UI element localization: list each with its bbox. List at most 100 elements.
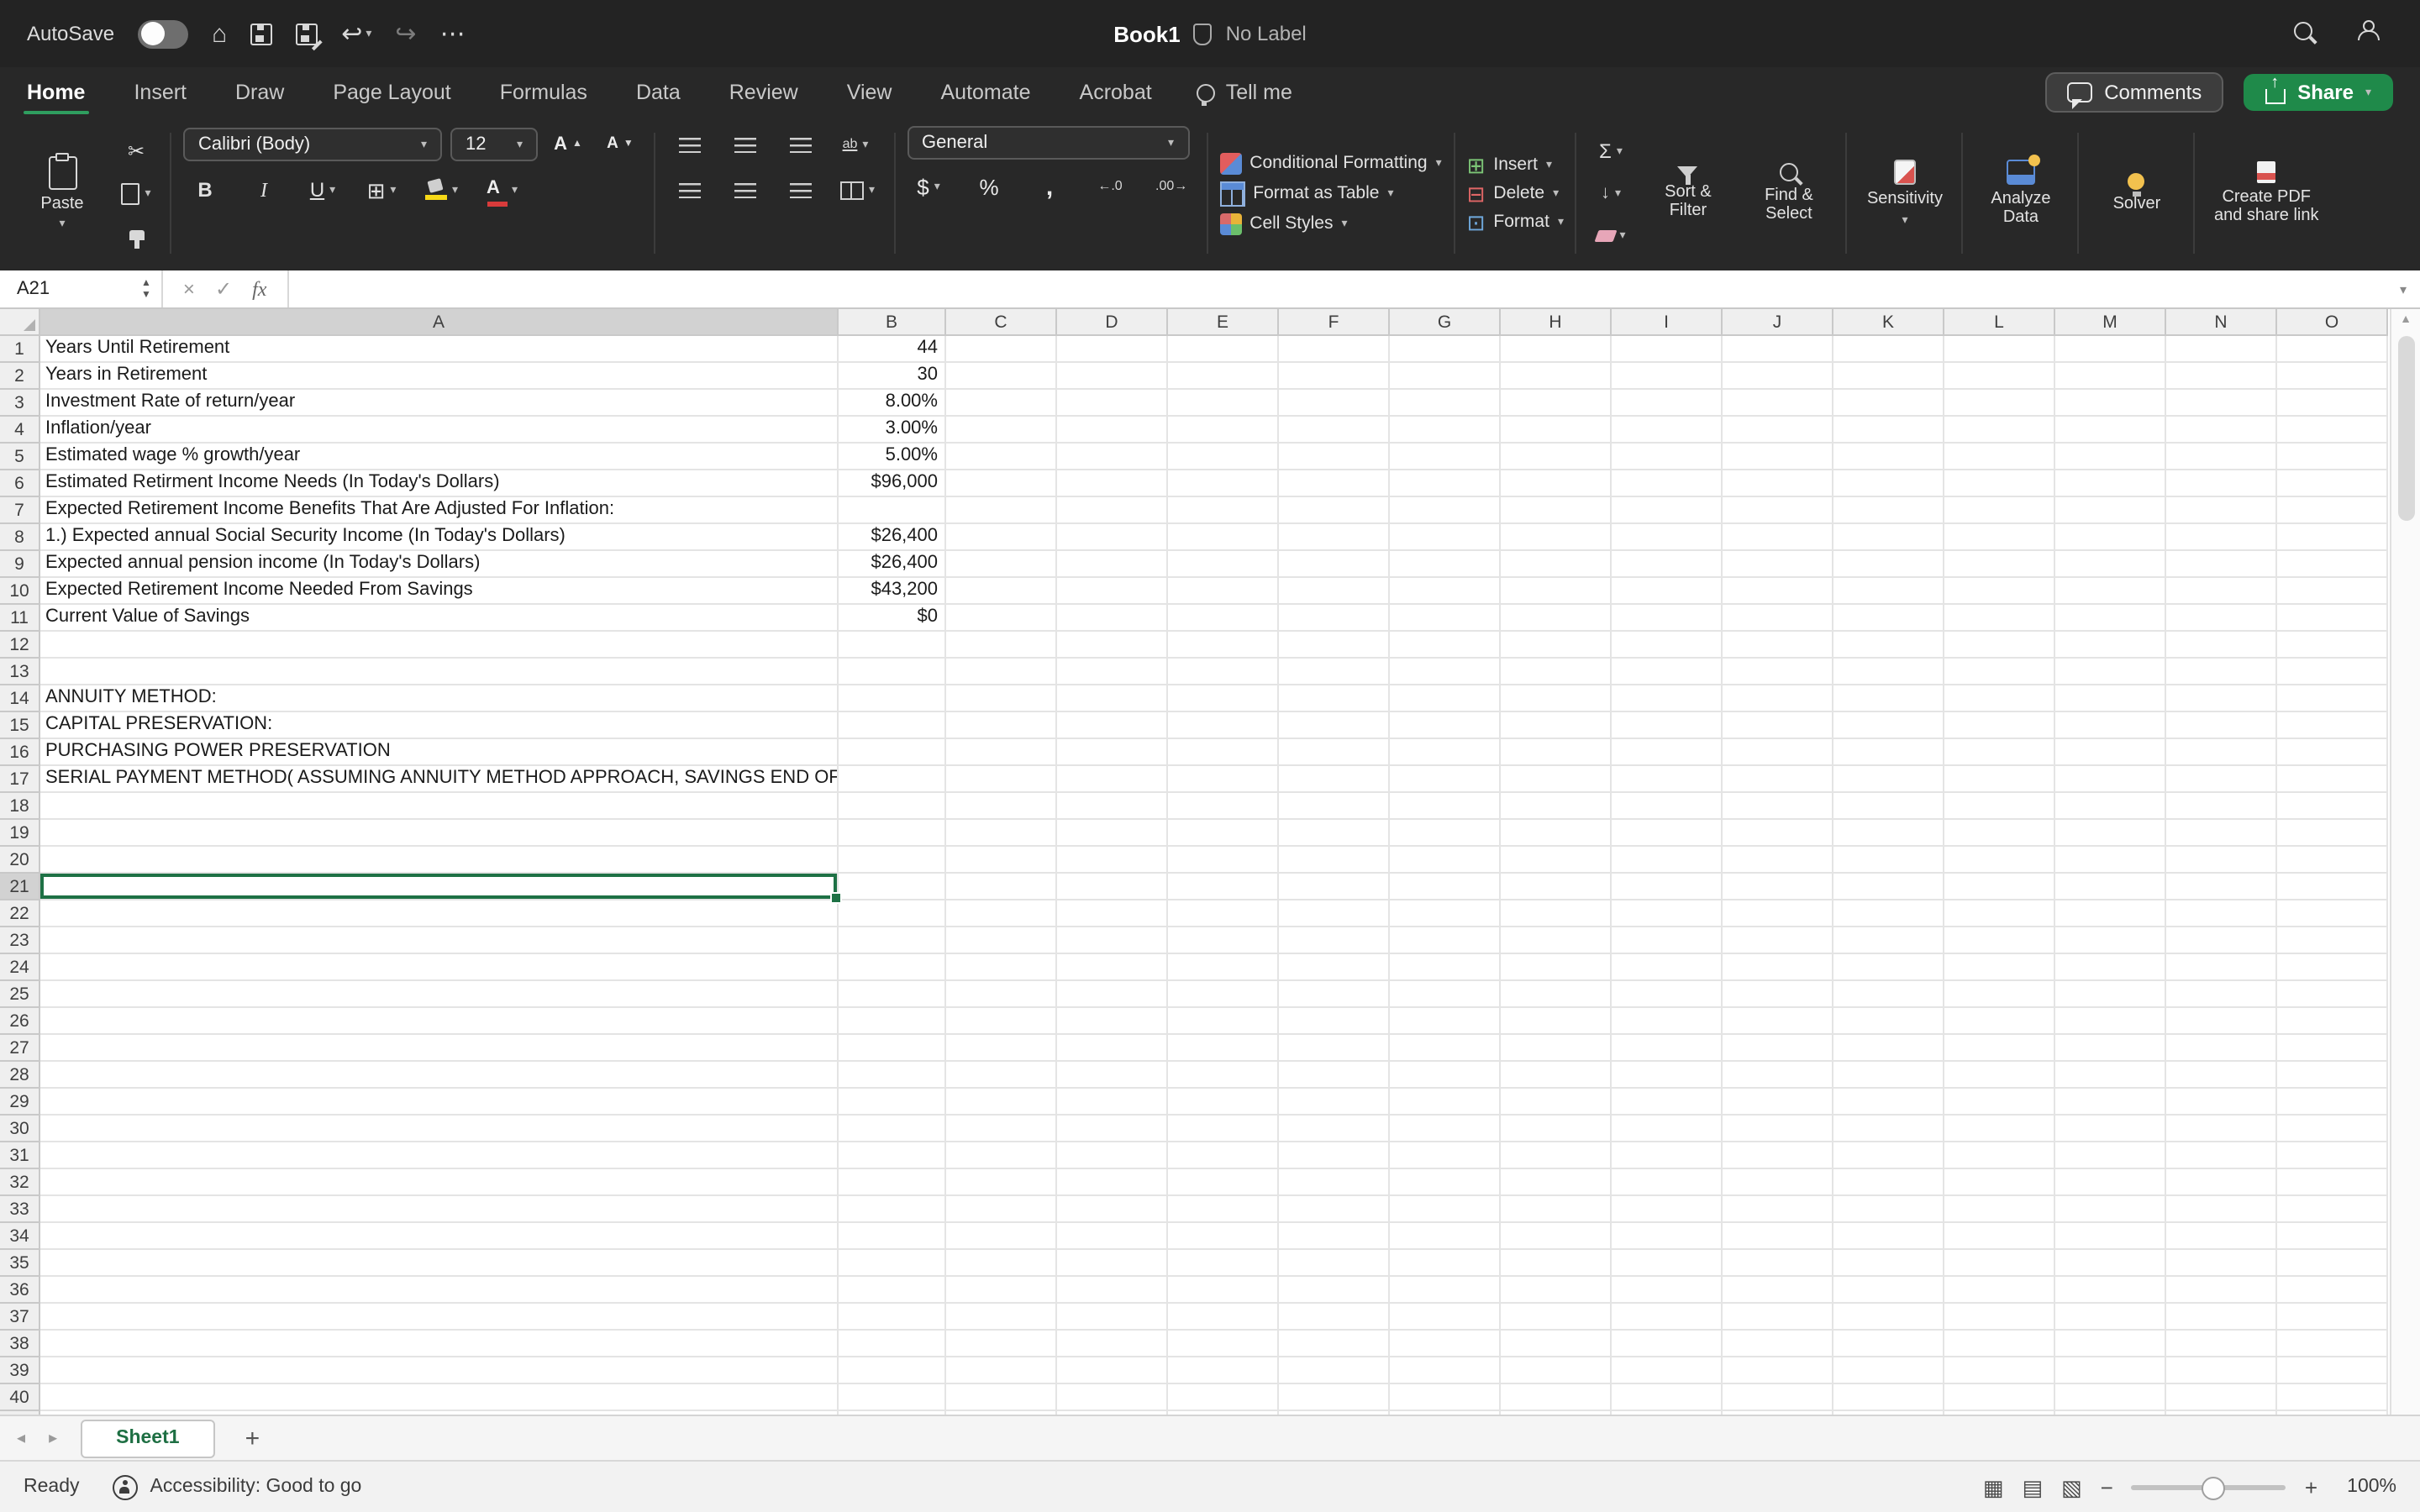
autosave-toggle[interactable] [138, 19, 189, 48]
cell-E16[interactable] [1168, 739, 1279, 766]
accessibility-status[interactable]: Accessibility: Good to go [113, 1474, 361, 1499]
cell-J17[interactable] [1723, 766, 1833, 793]
cell-H3[interactable] [1501, 390, 1612, 417]
cell-A31[interactable] [40, 1142, 839, 1169]
cell-F34[interactable] [1279, 1223, 1390, 1250]
cell-M21[interactable] [2055, 874, 2166, 900]
cell-C36[interactable] [946, 1277, 1057, 1304]
cell-H27[interactable] [1501, 1035, 1612, 1062]
cell-N9[interactable] [2166, 551, 2277, 578]
cell-O12[interactable] [2277, 632, 2388, 659]
cell-F23[interactable] [1279, 927, 1390, 954]
cell-O36[interactable] [2277, 1277, 2388, 1304]
cell-L40[interactable] [1944, 1384, 2055, 1411]
cell-L38[interactable] [1944, 1331, 2055, 1357]
cell-E32[interactable] [1168, 1169, 1279, 1196]
cell-O15[interactable] [2277, 712, 2388, 739]
cell-I34[interactable] [1612, 1223, 1723, 1250]
cell-H32[interactable] [1501, 1169, 1612, 1196]
cell-O19[interactable] [2277, 820, 2388, 847]
cell-K28[interactable] [1833, 1062, 1944, 1089]
cell-N26[interactable] [2166, 1008, 2277, 1035]
cell-M38[interactable] [2055, 1331, 2166, 1357]
cell-N5[interactable] [2166, 444, 2277, 470]
cell-B2[interactable]: 30 [839, 363, 946, 390]
cell-G39[interactable] [1390, 1357, 1501, 1384]
cell-F18[interactable] [1279, 793, 1390, 820]
cell-I23[interactable] [1612, 927, 1723, 954]
cell-G28[interactable] [1390, 1062, 1501, 1089]
cell-O11[interactable] [2277, 605, 2388, 632]
row-header-29[interactable]: 29 [0, 1089, 40, 1116]
row-header-14[interactable]: 14 [0, 685, 40, 712]
cell-A6[interactable]: Estimated Retirment Income Needs (In Tod… [40, 470, 839, 497]
cell-K26[interactable] [1833, 1008, 1944, 1035]
cell-H36[interactable] [1501, 1277, 1612, 1304]
sensitivity-button[interactable]: Sensitivity ▾ [1860, 126, 1950, 260]
cell-C6[interactable] [946, 470, 1057, 497]
cell-M19[interactable] [2055, 820, 2166, 847]
cell-D33[interactable] [1057, 1196, 1168, 1223]
cell-H8[interactable] [1501, 524, 1612, 551]
cell-K40[interactable] [1833, 1384, 1944, 1411]
sensitivity-label[interactable]: No Label [1226, 22, 1307, 45]
cell-N27[interactable] [2166, 1035, 2277, 1062]
cell-O38[interactable] [2277, 1331, 2388, 1357]
column-header-F[interactable]: F [1279, 309, 1390, 336]
cell-N14[interactable] [2166, 685, 2277, 712]
row-header-18[interactable]: 18 [0, 793, 40, 820]
align-left-button[interactable] [667, 171, 711, 208]
cell-K23[interactable] [1833, 927, 1944, 954]
cell-A15[interactable]: CAPITAL PRESERVATION: [40, 712, 839, 739]
cell-L4[interactable] [1944, 417, 2055, 444]
cell-M7[interactable] [2055, 497, 2166, 524]
cell-F27[interactable] [1279, 1035, 1390, 1062]
cell-O18[interactable] [2277, 793, 2388, 820]
comments-button[interactable]: Comments [2045, 72, 2224, 113]
cell-D17[interactable] [1057, 766, 1168, 793]
cell-K33[interactable] [1833, 1196, 1944, 1223]
cell-B1[interactable]: 44 [839, 336, 946, 363]
row-header-36[interactable]: 36 [0, 1277, 40, 1304]
cell-J14[interactable] [1723, 685, 1833, 712]
cell-H19[interactable] [1501, 820, 1612, 847]
increase-decimal-button[interactable]: ←.0 [1088, 168, 1132, 205]
cell-C22[interactable] [946, 900, 1057, 927]
cell-F14[interactable] [1279, 685, 1390, 712]
row-header-34[interactable]: 34 [0, 1223, 40, 1250]
row-header-38[interactable]: 38 [0, 1331, 40, 1357]
cell-A10[interactable]: Expected Retirement Income Needed From S… [40, 578, 839, 605]
cell-C4[interactable] [946, 417, 1057, 444]
cell-L39[interactable] [1944, 1357, 2055, 1384]
cell-C21[interactable] [946, 874, 1057, 900]
confirm-entry-button[interactable]: ✓ [215, 277, 232, 301]
cell-D34[interactable] [1057, 1223, 1168, 1250]
formula-bar-expand-button[interactable]: ▾ [2400, 270, 2420, 307]
cell-G19[interactable] [1390, 820, 1501, 847]
cell-B23[interactable] [839, 927, 946, 954]
cell-L14[interactable] [1944, 685, 2055, 712]
undo-button[interactable]: ↩ ▾ [341, 21, 371, 46]
cell-C1[interactable] [946, 336, 1057, 363]
cell-G40[interactable] [1390, 1384, 1501, 1411]
cell-I37[interactable] [1612, 1304, 1723, 1331]
cell-G38[interactable] [1390, 1331, 1501, 1357]
cell-I12[interactable] [1612, 632, 1723, 659]
cell-L30[interactable] [1944, 1116, 2055, 1142]
cell-L15[interactable] [1944, 712, 2055, 739]
cell-E30[interactable] [1168, 1116, 1279, 1142]
cell-G22[interactable] [1390, 900, 1501, 927]
cell-I10[interactable] [1612, 578, 1723, 605]
cell-B38[interactable] [839, 1331, 946, 1357]
cell-D29[interactable] [1057, 1089, 1168, 1116]
cell-E41[interactable] [1168, 1411, 1279, 1415]
row-header-21[interactable]: 21 [0, 874, 40, 900]
cell-O5[interactable] [2277, 444, 2388, 470]
cell-C3[interactable] [946, 390, 1057, 417]
cell-M11[interactable] [2055, 605, 2166, 632]
cell-C12[interactable] [946, 632, 1057, 659]
cell-H18[interactable] [1501, 793, 1612, 820]
cell-M15[interactable] [2055, 712, 2166, 739]
cell-N7[interactable] [2166, 497, 2277, 524]
cell-M25[interactable] [2055, 981, 2166, 1008]
